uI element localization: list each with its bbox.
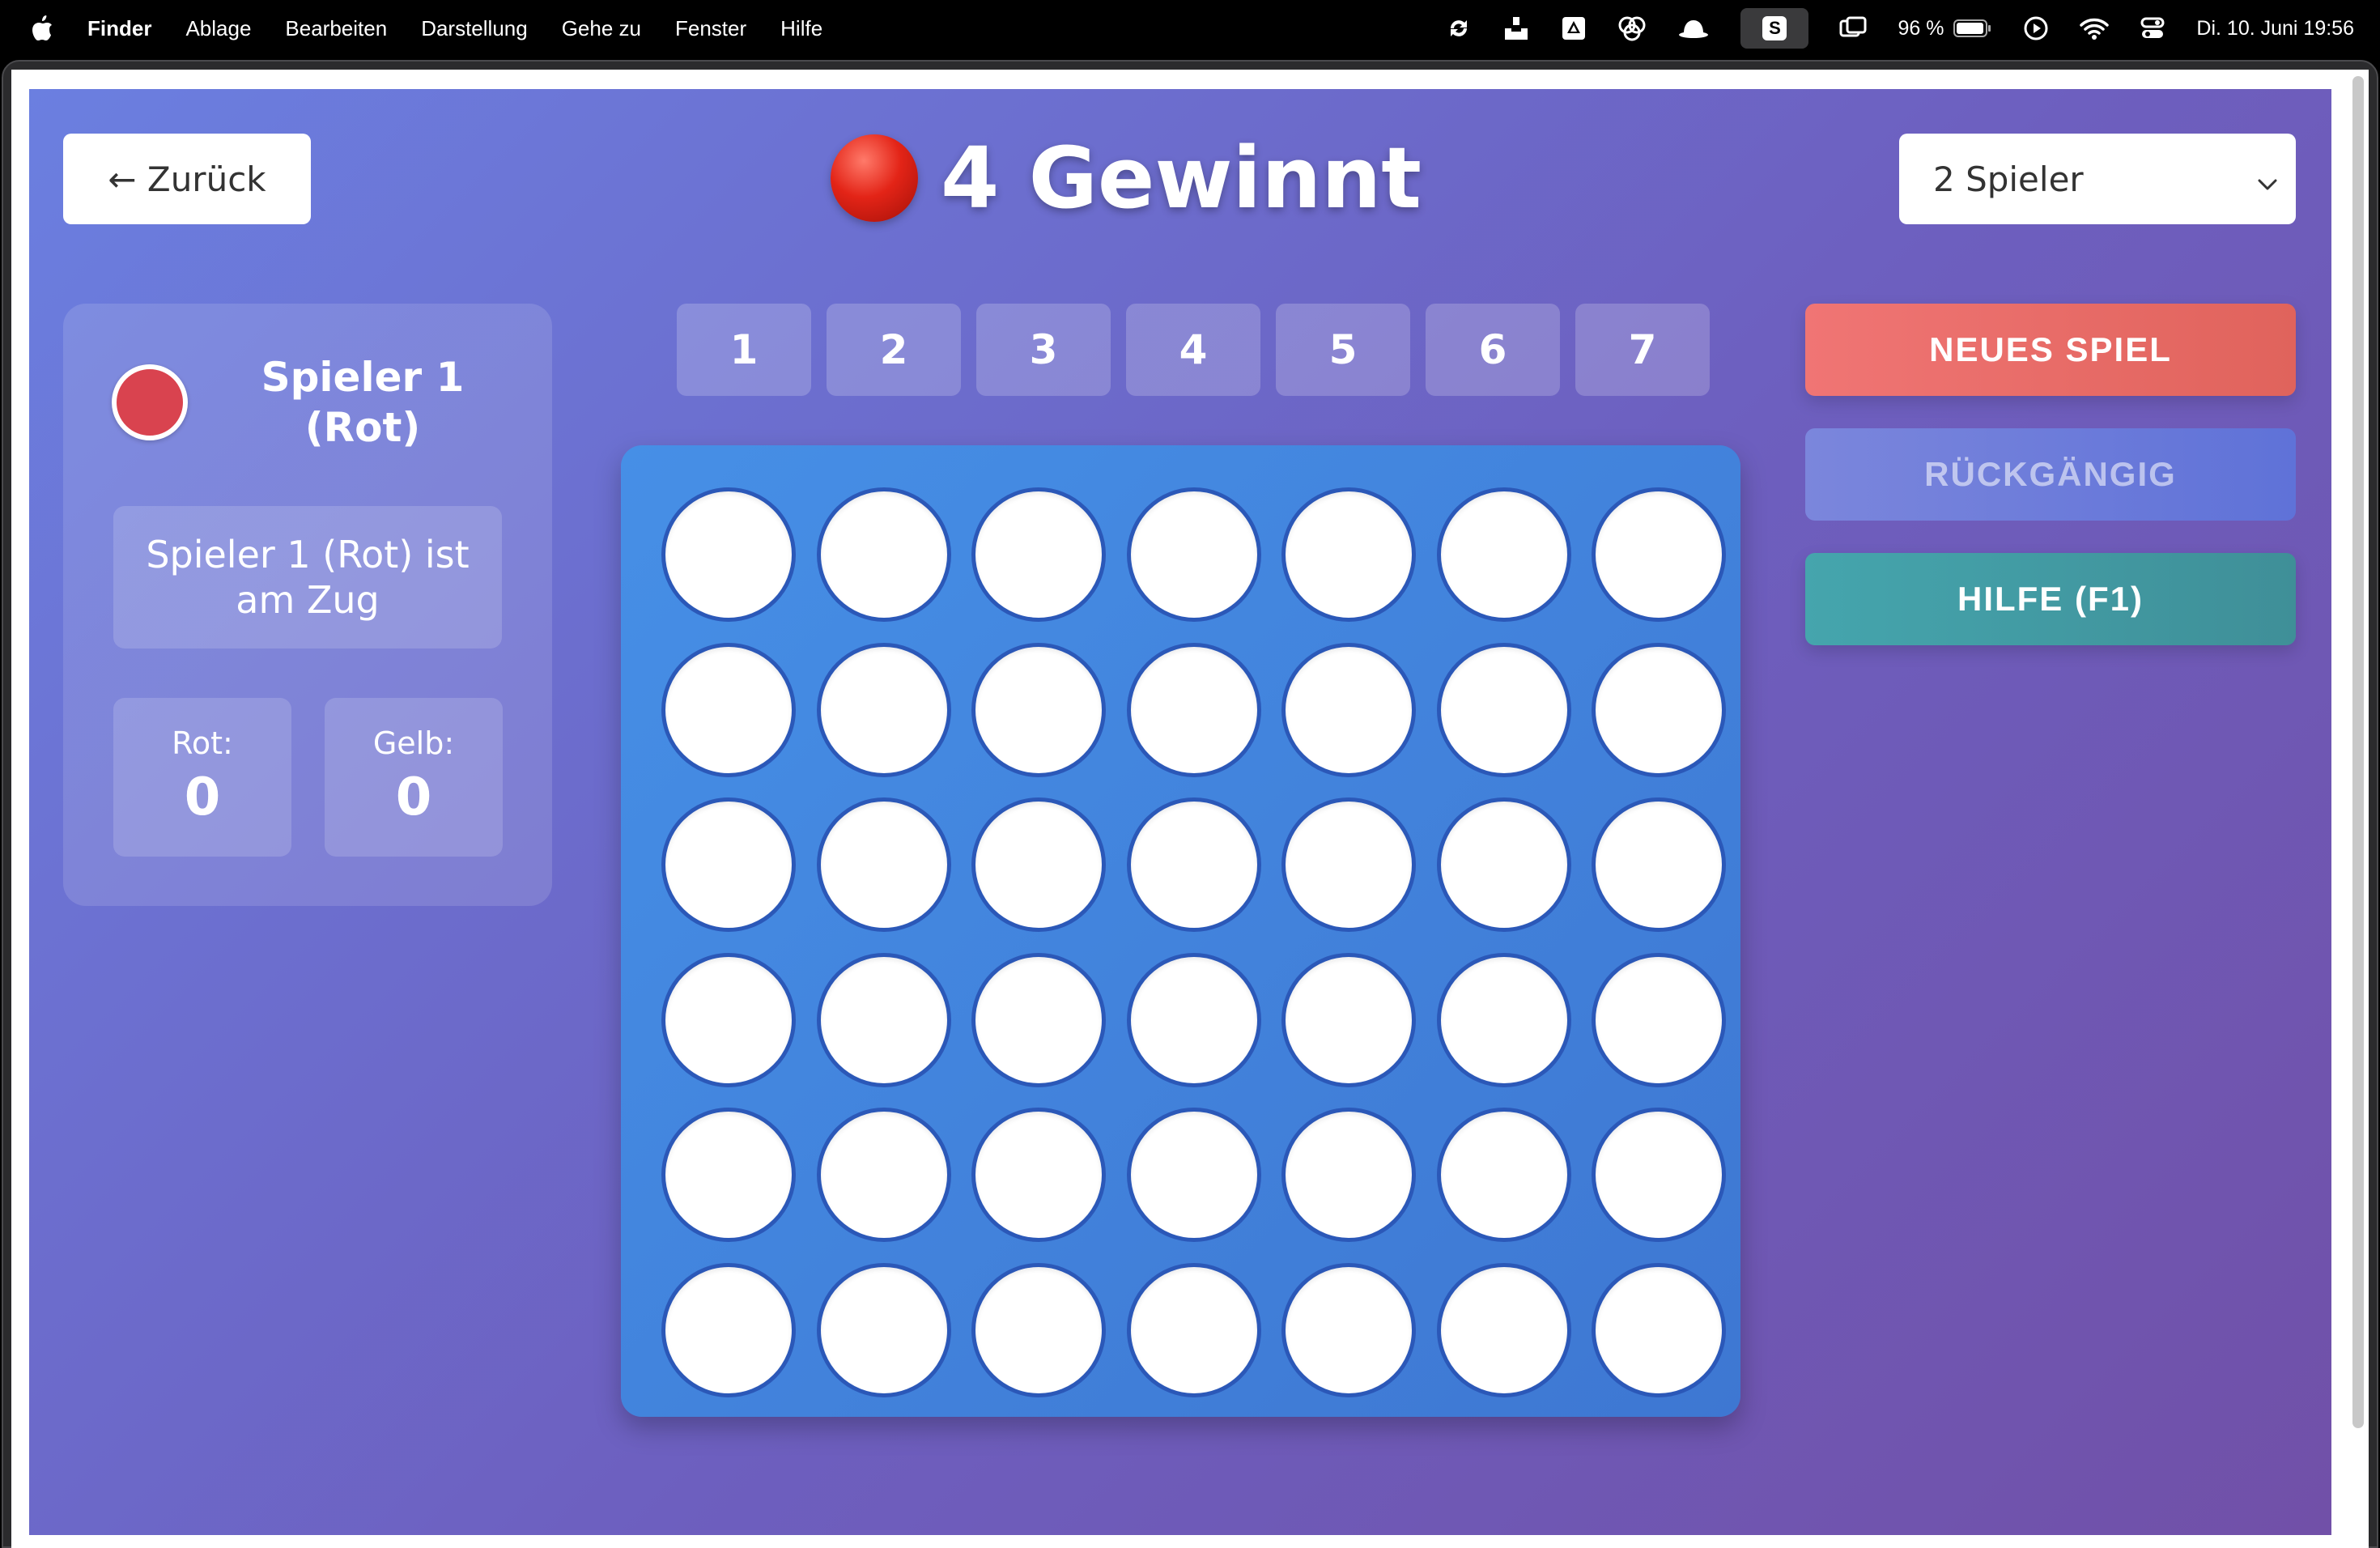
board-cell-r1-c7[interactable] [1592,487,1726,622]
menu-item-hilfe[interactable]: Hilfe [780,16,822,41]
menu-item-bearbeiten[interactable]: Bearbeiten [285,16,387,41]
board-cell-r3-c6[interactable] [1436,797,1571,932]
turn-status: Spieler 1 (Rot) ist am Zug [113,506,502,649]
board-cell-r6-c5[interactable] [1281,1262,1416,1397]
board-cell-r2-c1[interactable] [661,642,796,777]
column-button-5[interactable]: 5 [1276,304,1410,396]
board-cell-r1-c5[interactable] [1281,487,1416,622]
page-title: 4 Gewinnt [831,129,1422,228]
undo-button[interactable]: RÜCKGÄNGIG [1805,428,2296,521]
board-cell-r5-c7[interactable] [1592,1108,1726,1242]
board-cell-r3-c3[interactable] [971,797,1106,932]
column-button-7[interactable]: 7 [1575,304,1710,396]
new-game-button[interactable]: NEUES SPIEL [1805,304,2296,396]
column-button-2[interactable]: 2 [827,304,961,396]
column-button-4[interactable]: 4 [1126,304,1260,396]
board-cell-r2-c2[interactable] [816,642,951,777]
board-cell-r4-c5[interactable] [1281,952,1416,1087]
red-circle-icon [831,134,918,222]
board-cell-r2-c4[interactable] [1126,642,1261,777]
column-button-6[interactable]: 6 [1426,304,1560,396]
menu-item-fenster[interactable]: Fenster [675,16,746,41]
score-yellow-value: 0 [395,768,432,827]
help-button[interactable]: HILFE (F1) [1805,553,2296,645]
sync-icon[interactable] [1446,15,1472,41]
board-cell-r2-c6[interactable] [1436,642,1571,777]
board-cell-r2-c3[interactable] [971,642,1106,777]
battery-percent: 96 % [1898,16,1944,40]
wifi-icon[interactable] [2080,17,2110,40]
inbox-tray-icon[interactable] [1502,15,1530,41]
apple-logo-icon[interactable] [31,15,55,42]
board-cell-r2-c5[interactable] [1281,642,1416,777]
s-app-icon[interactable]: S [1740,8,1809,49]
chevron-down-icon [2257,159,2278,199]
board-cell-r1-c4[interactable] [1126,487,1261,622]
board-cell-r1-c2[interactable] [816,487,951,622]
menubar-clock[interactable]: Di. 10. Juni 19:56 [2196,17,2354,40]
score-red: Rot: 0 [113,698,291,857]
board-cell-r4-c4[interactable] [1126,952,1261,1087]
board-cell-r1-c1[interactable] [661,487,796,622]
menu-app-name[interactable]: Finder [87,16,151,41]
score-yellow-label: Gelb: [372,725,455,761]
board-cell-r3-c2[interactable] [816,797,951,932]
score-red-label: Rot: [172,725,233,761]
player-color-line: (Rot) [304,404,421,451]
board-cell-r3-c7[interactable] [1592,797,1726,932]
player-red-indicator [112,364,188,440]
board-cell-r6-c7[interactable] [1592,1262,1726,1397]
menu-bar: Finder Ablage Bearbeiten Darstellung Geh… [0,0,2380,57]
board-cell-r3-c4[interactable] [1126,797,1261,932]
menu-item-ablage[interactable]: Ablage [185,16,251,41]
board-cell-r5-c2[interactable] [816,1108,951,1242]
column-button-3[interactable]: 3 [976,304,1111,396]
menu-item-gehe-zu[interactable]: Gehe zu [562,16,641,41]
brain-icon[interactable] [1617,15,1647,41]
board-cell-r6-c2[interactable] [816,1262,951,1397]
score-yellow: Gelb: 0 [325,698,503,857]
column-button-1[interactable]: 1 [677,304,811,396]
game-board[interactable] [621,445,1740,1417]
menu-item-darstellung[interactable]: Darstellung [421,16,528,41]
play-circle-icon[interactable] [2023,15,2049,41]
player-info-panel: Spieler 1 (Rot) Spieler 1 (Rot) ist am Z… [63,304,552,906]
board-cell-r4-c6[interactable] [1436,952,1571,1087]
windows-icon[interactable] [1839,16,1867,40]
board-cell-r5-c5[interactable] [1281,1108,1416,1242]
scrollbar-thumb[interactable] [2352,76,2364,1428]
board-cell-r5-c6[interactable] [1436,1108,1571,1242]
game-mode-select[interactable]: 2 Spieler [1899,134,2296,224]
board-cell-r6-c3[interactable] [971,1262,1106,1397]
player-name-line: Spieler 1 [261,354,465,401]
board-cell-r6-c1[interactable] [661,1262,796,1397]
board-cell-r4-c7[interactable] [1592,952,1726,1087]
battery-icon[interactable] [1953,19,1992,38]
game-mode-value: 2 Spieler [1933,159,2084,199]
current-player-name: Spieler 1 (Rot) [217,352,508,453]
board-cell-r6-c4[interactable] [1126,1262,1261,1397]
back-button[interactable]: ← Zurück [63,134,311,224]
board-cell-r5-c4[interactable] [1126,1108,1261,1242]
board-cell-r4-c2[interactable] [816,952,951,1087]
board-cell-r3-c5[interactable] [1281,797,1416,932]
board-cell-r5-c1[interactable] [661,1108,796,1242]
current-player: Spieler 1 (Rot) [112,352,504,466]
title-text: 4 Gewinnt [941,129,1422,228]
board-cell-r4-c1[interactable] [661,952,796,1087]
score-red-value: 0 [184,768,221,827]
board-cell-r3-c1[interactable] [661,797,796,932]
board-cell-r4-c3[interactable] [971,952,1106,1087]
control-center-icon[interactable] [2140,15,2165,41]
board-cell-r6-c6[interactable] [1436,1262,1571,1397]
hat-icon[interactable] [1677,15,1710,41]
board-cell-r1-c3[interactable] [971,487,1106,622]
board-cell-r5-c3[interactable] [971,1108,1106,1242]
board-cell-r1-c6[interactable] [1436,487,1571,622]
drive-icon[interactable] [1561,15,1587,41]
connect-four-app: ← Zurück 4 Gewinnt 2 Spieler Spieler 1 (… [29,89,2331,1535]
board-cell-r2-c7[interactable] [1592,642,1726,777]
